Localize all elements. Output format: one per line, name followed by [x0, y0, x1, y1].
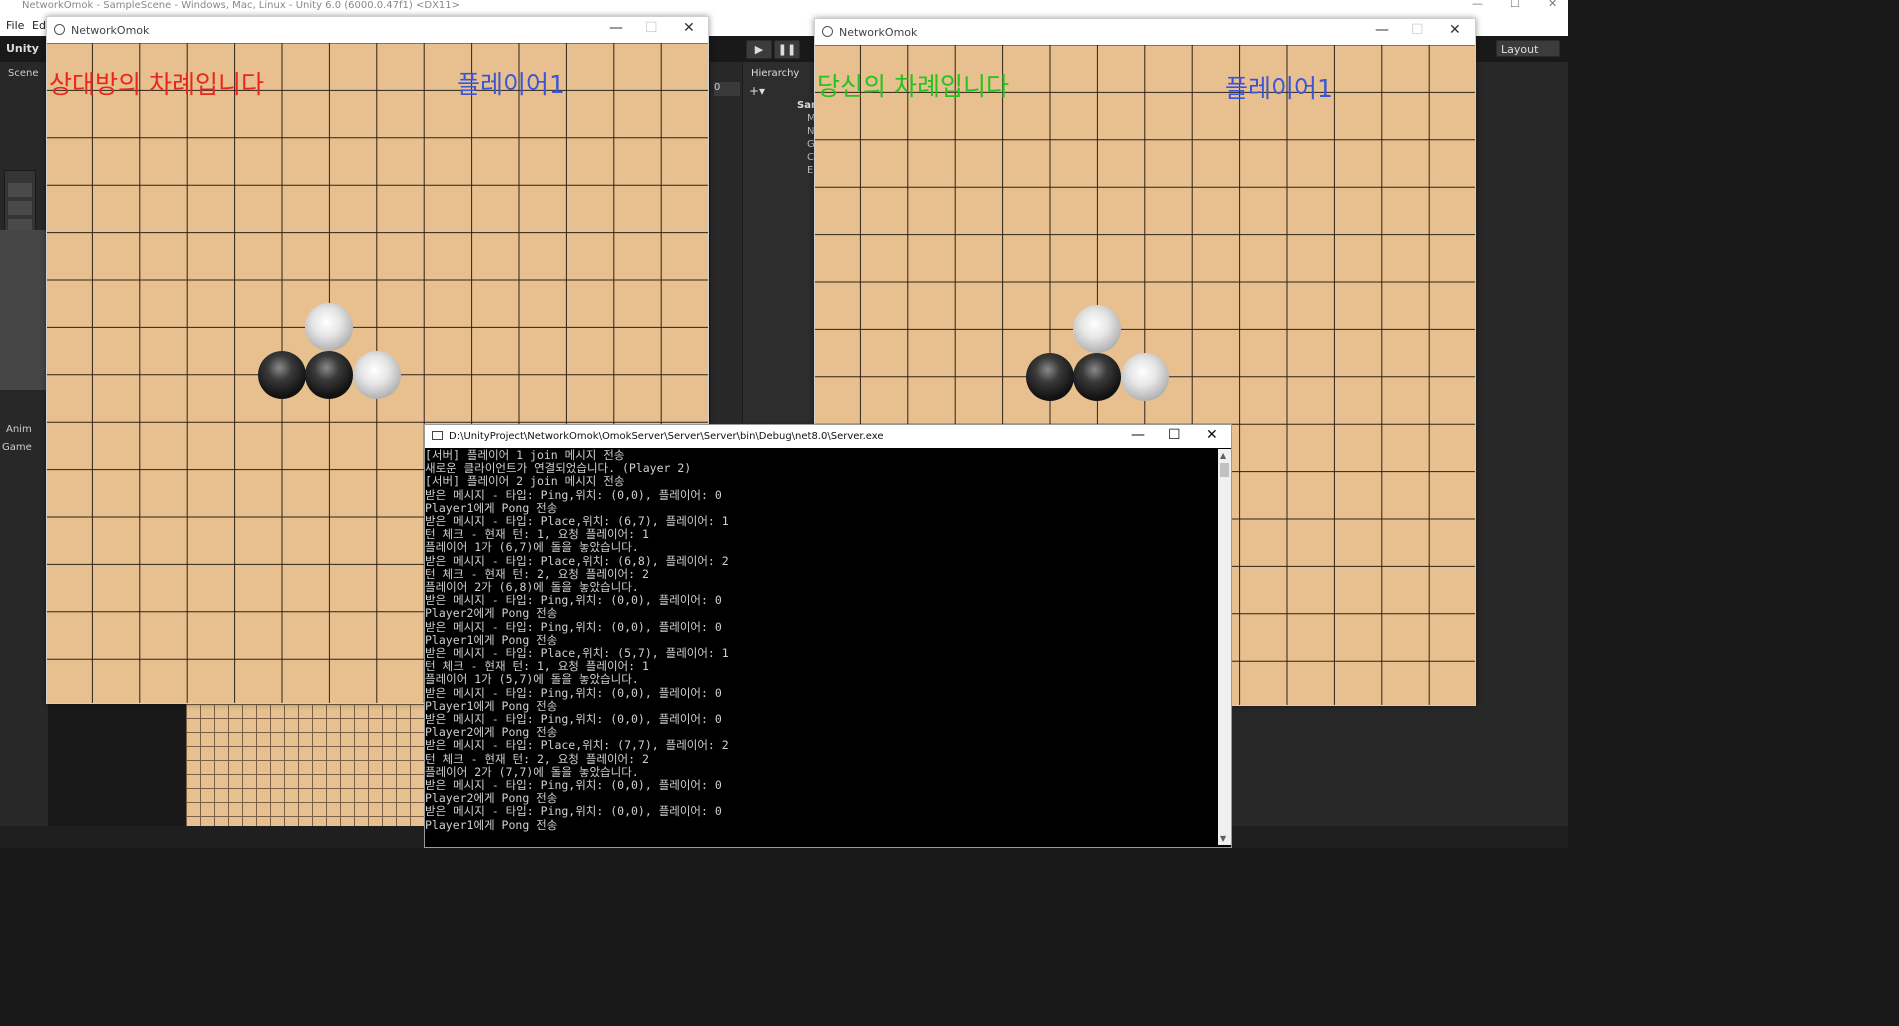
window-title-bar: NetworkOmok — ☐ ✕ — [815, 19, 1475, 45]
console-line: 받은 메시지 - 타입: Place,위치: (6,8), 플레이어: 2 — [425, 553, 729, 568]
minimize-icon[interactable]: — — [1472, 0, 1483, 10]
console-line: Player2에게 Pong 전송 — [425, 606, 558, 621]
close-icon[interactable]: ✕ — [683, 20, 695, 36]
game-view-board — [186, 704, 426, 826]
hierarchy-item[interactable]: C — [807, 152, 814, 163]
maximize-icon[interactable]: ☐ — [1411, 22, 1424, 38]
turn-indicator: 당신의 차례입니다 — [817, 72, 1009, 101]
console-scrollbar[interactable]: ▲ ▼ — [1218, 449, 1231, 845]
white-stone — [352, 350, 401, 399]
game-tab[interactable]: Game — [2, 442, 32, 453]
console-line: [서버] 플레이어 2 join 메시지 전송 — [425, 474, 625, 489]
unity-title-bar: NetworkOmok - SampleScene - Windows, Mac… — [0, 0, 1568, 16]
animation-tab[interactable]: Anim — [6, 424, 32, 435]
console-line: 받은 메시지 - 타입: Ping,위치: (0,0), 플레이어: 0 — [425, 487, 722, 502]
pause-icon: ❚❚ — [777, 43, 797, 56]
scroll-up-icon[interactable]: ▲ — [1220, 451, 1226, 460]
close-icon[interactable]: ✕ — [1449, 22, 1461, 38]
console-line: Player1에게 Pong 전송 — [425, 817, 558, 832]
console-line: 받은 메시지 - 타입: Place,위치: (7,7), 플레이어: 2 — [425, 738, 729, 753]
console-title-bar: D:\UnityProject\NetworkOmok\OmokServer\S… — [425, 425, 1231, 448]
hierarchy-tab[interactable]: Hierarchy — [751, 68, 799, 79]
minimize-icon[interactable]: — — [609, 20, 623, 36]
console-icon — [432, 431, 443, 440]
close-icon[interactable]: ✕ — [1206, 427, 1218, 443]
window-title: NetworkOmok — [839, 26, 918, 39]
console-counter[interactable]: 0 — [714, 82, 740, 96]
add-button[interactable]: +▾ — [749, 84, 765, 98]
minimize-icon[interactable]: — — [1131, 427, 1145, 443]
play-icon: ▶ — [754, 43, 764, 56]
console-line: 받은 메시지 - 타입: Ping,위치: (0,0), 플레이어: 0 — [425, 804, 722, 819]
scroll-down-icon[interactable]: ▼ — [1220, 834, 1226, 843]
minimize-icon[interactable]: — — [1375, 22, 1389, 38]
console-line: 받은 메시지 - 타입: Ping,위치: (0,0), 플레이어: 0 — [425, 619, 722, 634]
server-console-window: D:\UnityProject\NetworkOmok\OmokServer\S… — [424, 424, 1232, 848]
window-title: NetworkOmok — [71, 24, 150, 37]
maximize-icon[interactable]: ☐ — [645, 20, 658, 36]
console-line: 받은 메시지 - 타입: Ping,위치: (0,0), 플레이어: 0 — [425, 685, 722, 700]
play-button[interactable]: ▶ — [746, 40, 772, 59]
unity-icon — [54, 24, 65, 35]
scene-tab[interactable]: Scene — [8, 68, 39, 79]
window-title-bar: NetworkOmok — ☐ ✕ — [47, 17, 708, 43]
unity-title-text: NetworkOmok - SampleScene - Windows, Mac… — [22, 0, 461, 11]
player-label: 플레이어1 — [1225, 74, 1333, 103]
white-stone — [1120, 352, 1169, 401]
black-stone — [305, 350, 354, 399]
menu-file[interactable]: File — [6, 19, 24, 32]
unity-icon — [822, 26, 833, 37]
layout-label: Layout — [1501, 43, 1539, 56]
hierarchy-panel: Hierarchy +▾ Sam M N G C E — [742, 62, 821, 422]
turn-indicator: 상대방의 차례입니다 — [49, 70, 264, 99]
pause-button[interactable]: ❚❚ — [774, 40, 800, 59]
scene-view[interactable] — [0, 230, 48, 390]
black-stone — [258, 350, 306, 399]
move-tool[interactable] — [8, 201, 32, 215]
console-line: 플레이어 1가 (5,7)에 돌을 놓았습니다. — [425, 672, 639, 687]
unity-account-label[interactable]: Unity — [6, 42, 39, 55]
maximize-icon[interactable]: ☐ — [1168, 427, 1181, 443]
console-line: 플레이어 1가 (6,7)에 돌을 놓았습니다. — [425, 540, 639, 555]
player-label: 플레이어1 — [457, 70, 565, 99]
console-title: D:\UnityProject\NetworkOmok\OmokServer\S… — [449, 431, 884, 442]
scrollbar-thumb[interactable] — [1220, 463, 1229, 477]
maximize-icon[interactable]: ☐ — [1510, 0, 1520, 10]
close-icon[interactable]: ✕ — [1548, 0, 1557, 10]
console-line: 턴 체크 - 현재 턴: 2, 요청 플레이어: 2 — [425, 751, 649, 766]
console-count: 0 — [714, 82, 721, 93]
layout-dropdown[interactable]: Layout — [1496, 40, 1560, 57]
hand-tool[interactable] — [8, 183, 32, 197]
hierarchy-item[interactable]: E — [807, 165, 813, 176]
console-output[interactable]: [서버] 플레이어 1 join 메시지 전송 새로운 클라이언트가 연결되었습니… — [425, 449, 1217, 845]
scene-panel: Scene 플레 Anim Game — [0, 62, 48, 848]
black-stone — [1026, 352, 1074, 401]
black-stone — [1073, 352, 1122, 401]
